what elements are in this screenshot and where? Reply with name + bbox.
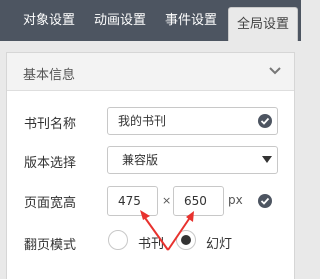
version-label: 版本选择 — [24, 156, 77, 171]
page-height-value: 650 — [184, 194, 207, 208]
times-symbol: × — [162, 194, 172, 207]
book-title-input[interactable]: 我的书刊 — [107, 107, 278, 135]
tab-event-settings[interactable]: 事件设置 — [157, 0, 225, 41]
panel-header[interactable]: 基本信息 — [7, 53, 294, 91]
page-width-input[interactable]: 475 — [107, 186, 158, 216]
chevron-down-icon[interactable] — [268, 65, 282, 77]
tab-animation-settings[interactable]: 动画设置 — [86, 0, 154, 41]
page-width-value: 475 — [118, 194, 141, 208]
tab-global-settings[interactable]: 全局设置 — [228, 7, 299, 41]
page-height-input[interactable]: 650 — [173, 186, 224, 216]
basic-info-panel: 基本信息 书刊名称 我的书刊 版本选择 兼容版 页面宽高 475 × 650 p… — [6, 52, 295, 279]
page-size-label: 页面宽高 — [24, 196, 77, 211]
radio-slide[interactable] — [176, 230, 196, 250]
version-select[interactable]: 兼容版 — [107, 146, 278, 174]
radio-book-label[interactable]: 书刊 — [138, 233, 164, 252]
tab-bar: 对象设置 动画设置 事件设置 全局设置 — [0, 0, 301, 41]
flip-mode-label: 翻页模式 — [24, 238, 77, 253]
panel-title: 基本信息 — [23, 68, 76, 83]
caret-down-icon — [262, 156, 272, 163]
tab-object-settings[interactable]: 对象设置 — [15, 0, 83, 41]
radio-slide-label[interactable]: 幻灯 — [206, 233, 232, 252]
version-value: 兼容版 — [122, 153, 159, 167]
check-circle-icon — [258, 114, 272, 128]
unit-label: px — [228, 193, 243, 207]
book-title-label: 书刊名称 — [24, 117, 77, 132]
check-circle-icon — [258, 194, 272, 208]
radio-book[interactable] — [108, 230, 128, 250]
book-title-value: 我的书刊 — [118, 114, 167, 128]
